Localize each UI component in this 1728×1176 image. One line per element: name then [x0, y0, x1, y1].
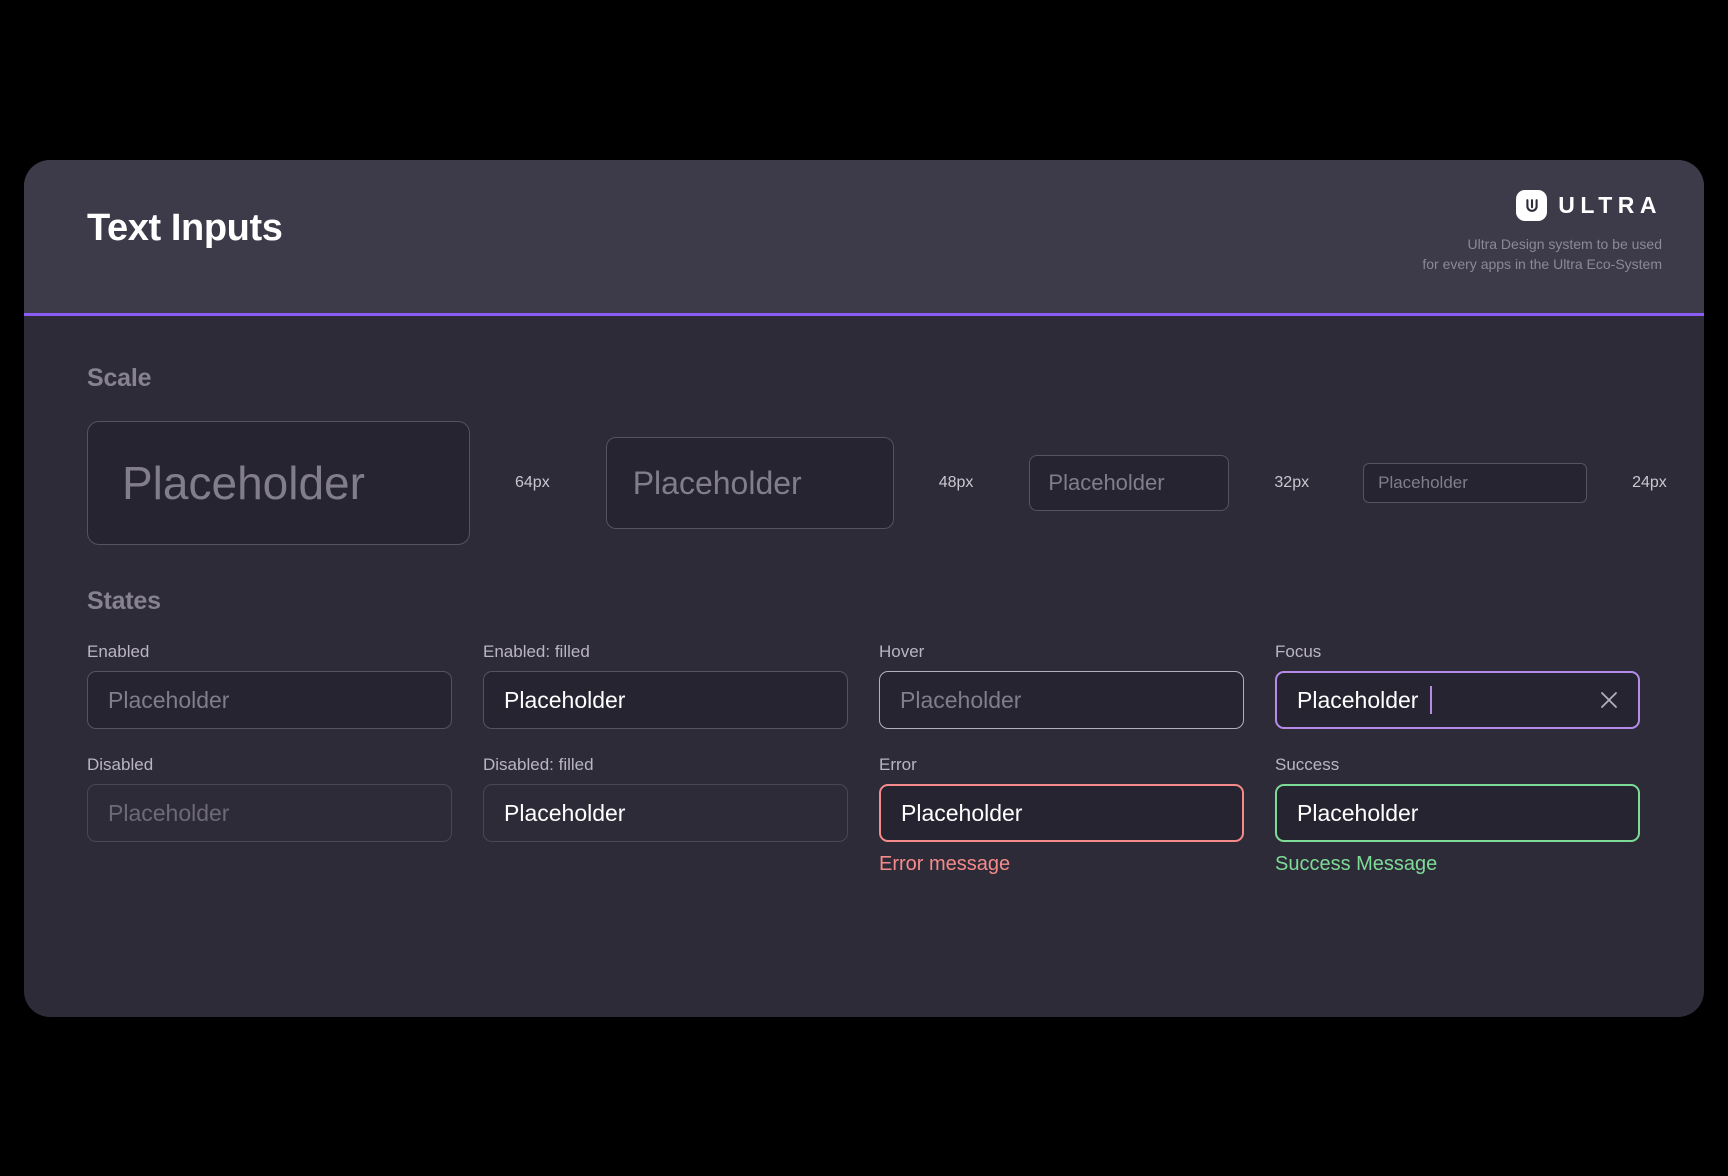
scale-size-label-48: 48px: [938, 474, 974, 491]
scale-item-24: Placeholder 24px: [1363, 421, 1667, 545]
placeholder-text: Placeholder: [1378, 473, 1468, 492]
input-hover[interactable]: Placeholder: [879, 671, 1244, 729]
state-cell-success: Success Placeholder Success Message: [1275, 755, 1640, 876]
state-label-focus: Focus: [1275, 642, 1322, 661]
input-value: Placeholder: [1297, 799, 1419, 826]
state-cell-disabled-filled: Disabled: filled Placeholder: [483, 755, 848, 876]
brand-name: ULTRA: [1558, 192, 1662, 218]
scale-item-48: Placeholder 48px: [605, 421, 974, 545]
placeholder-text: Placeholder: [108, 799, 230, 826]
input-value: Placeholder: [504, 686, 626, 713]
state-cell-enabled-filled: Enabled: filled Placeholder: [483, 642, 848, 729]
scale-item-32: Placeholder 32px: [1029, 421, 1309, 545]
input-enabled-filled[interactable]: Placeholder: [483, 671, 848, 729]
page-title: Text Inputs: [87, 207, 283, 249]
screen-root: Text Inputs ULTRA Ultra Design system to…: [0, 0, 1728, 1176]
scale-size-label-24: 24px: [1632, 474, 1667, 491]
state-label-disabled-filled: Disabled: filled: [483, 755, 594, 774]
input-success[interactable]: Placeholder: [1275, 784, 1640, 842]
card-header: Text Inputs ULTRA Ultra Design system to…: [24, 160, 1704, 316]
input-disabled-filled: Placeholder: [483, 784, 848, 842]
scale-item-64: Placeholder 64px: [87, 421, 550, 545]
state-cell-hover: Hover Placeholder: [879, 642, 1244, 729]
input-error[interactable]: Placeholder: [879, 784, 1244, 842]
state-label-disabled: Disabled: [87, 755, 154, 774]
state-label-hover: Hover: [879, 642, 925, 661]
text-caret: [1430, 686, 1433, 714]
brand-block: ULTRA Ultra Design system to be used for…: [1422, 190, 1662, 275]
states-section-title: States: [87, 587, 161, 615]
scale-input-24[interactable]: Placeholder: [1363, 463, 1588, 503]
state-label-error: Error: [879, 755, 917, 774]
scale-input-48[interactable]: Placeholder: [605, 437, 894, 529]
input-enabled[interactable]: Placeholder: [87, 671, 452, 729]
state-label-enabled: Enabled: [87, 642, 150, 661]
scale-size-label-32: 32px: [1274, 474, 1310, 491]
input-focus[interactable]: Placeholder: [1275, 671, 1640, 729]
state-label-success: Success: [1275, 755, 1340, 774]
text-inputs-card: Text Inputs ULTRA Ultra Design system to…: [24, 160, 1704, 1017]
placeholder-text: Placeholder: [122, 457, 365, 509]
error-message: Error message: [879, 853, 1011, 875]
placeholder-text: Placeholder: [900, 686, 1022, 713]
state-cell-focus: Focus Placeholder: [1275, 642, 1640, 729]
card-body: Scale Placeholder 64px Placeholder 48px: [24, 316, 1704, 876]
scale-input-32[interactable]: Placeholder: [1029, 455, 1230, 511]
input-value: Placeholder: [901, 799, 1023, 826]
state-cell-disabled: Disabled Placeholder: [87, 755, 452, 876]
states-grid: Enabled Placeholder Enabled: filled Plac…: [87, 642, 1641, 876]
scale-input-64[interactable]: Placeholder: [87, 421, 470, 545]
state-label-enabled-filled: Enabled: filled: [483, 642, 590, 661]
success-message: Success Message: [1275, 853, 1438, 875]
brand-tagline: Ultra Design system to be used for every…: [1422, 236, 1662, 273]
brand-lockup: ULTRA: [1422, 190, 1662, 221]
input-disabled: Placeholder: [87, 784, 452, 842]
scale-row: Placeholder 64px Placeholder 48px Placeh…: [87, 421, 1667, 545]
placeholder-text: Placeholder: [632, 464, 802, 501]
state-cell-error: Error Placeholder Error message: [879, 755, 1244, 876]
placeholder-text: Placeholder: [1048, 470, 1165, 495]
close-icon[interactable]: [1598, 689, 1620, 711]
ultra-logo-icon: [1516, 190, 1548, 221]
placeholder-text: Placeholder: [108, 686, 230, 713]
input-value: Placeholder: [504, 799, 626, 826]
state-cell-enabled: Enabled Placeholder: [87, 642, 452, 729]
scale-size-label-64: 64px: [515, 474, 550, 491]
input-value: Placeholder: [1297, 686, 1419, 713]
scale-section-title: Scale: [87, 364, 152, 392]
